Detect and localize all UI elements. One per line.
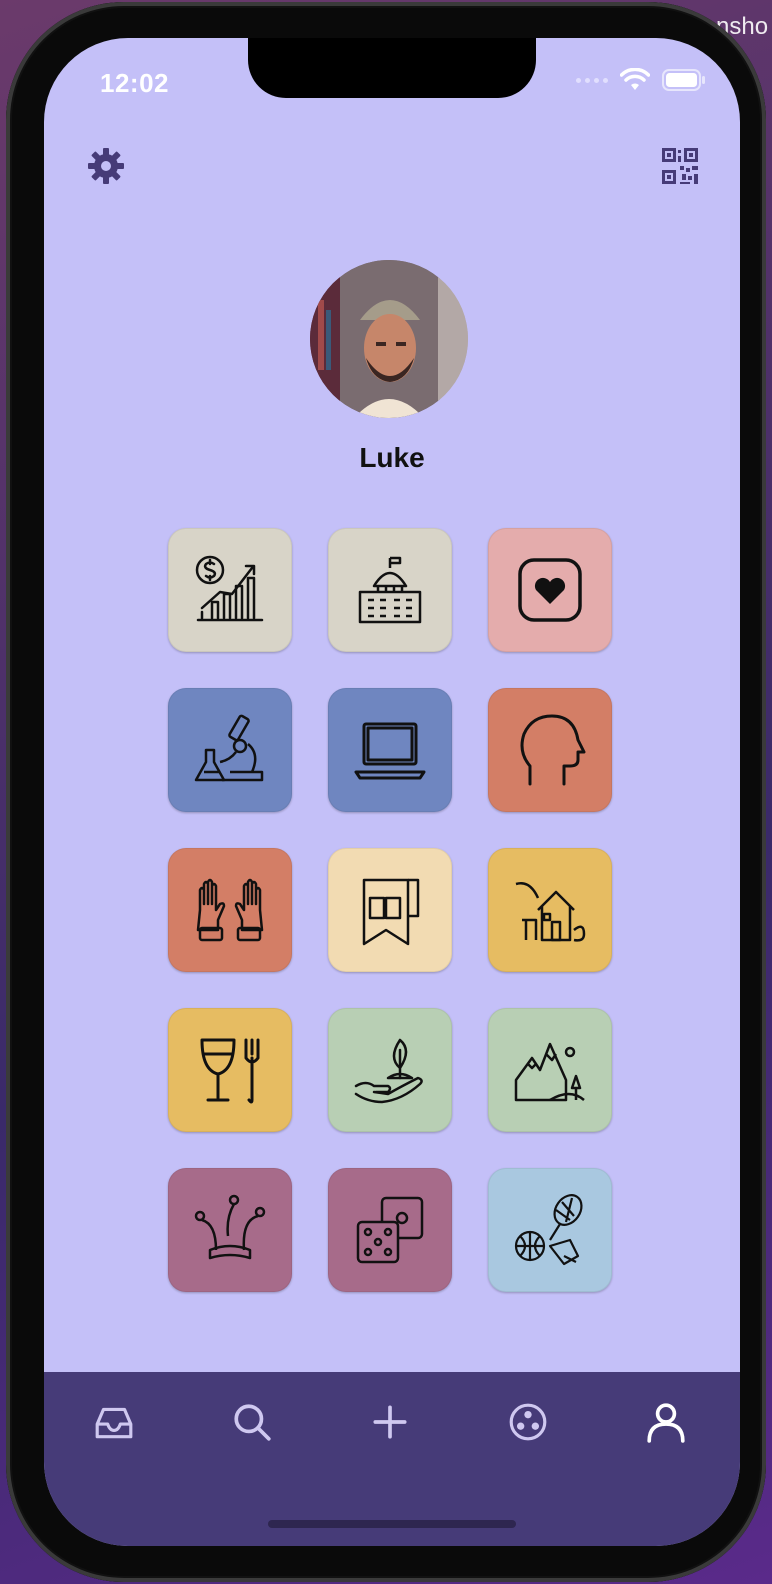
dice-icon xyxy=(356,1196,424,1264)
tab-bar xyxy=(44,1372,740,1546)
screen: 12:02 Luke xyxy=(44,38,740,1546)
tab-groups[interactable] xyxy=(504,1398,552,1446)
qr-code-icon xyxy=(662,148,698,184)
house-icon xyxy=(515,882,586,942)
sports-equipment-icon xyxy=(514,1194,583,1266)
profile-photo xyxy=(310,260,468,418)
interest-tile[interactable] xyxy=(168,1008,292,1132)
status-icons xyxy=(576,68,706,92)
plus-icon xyxy=(373,1405,407,1439)
profile-icon xyxy=(647,1403,685,1443)
inbox-icon xyxy=(95,1407,133,1439)
jester-hat-icon xyxy=(194,1194,266,1260)
interest-tile[interactable] xyxy=(328,848,452,972)
status-time: 12:02 xyxy=(100,68,169,98)
mountain-landscape-icon xyxy=(514,1042,585,1102)
interest-tile[interactable] xyxy=(488,1008,612,1132)
interest-tile[interactable] xyxy=(328,528,452,652)
avatar[interactable] xyxy=(310,260,468,418)
search-icon xyxy=(234,1404,271,1441)
heart-app-icon xyxy=(518,558,582,622)
interest-tile[interactable] xyxy=(168,848,292,972)
settings-button[interactable] xyxy=(86,146,126,186)
interest-tile[interactable] xyxy=(168,688,292,812)
finance-growth-icon xyxy=(195,555,264,622)
interests-grid xyxy=(168,528,612,1292)
wifi-icon xyxy=(620,68,650,90)
science-microscope-icon xyxy=(194,714,264,782)
home-indicator xyxy=(268,1520,516,1528)
tab-inbox[interactable] xyxy=(90,1398,138,1446)
gear-icon xyxy=(88,148,124,184)
tab-search[interactable] xyxy=(228,1398,276,1446)
interest-tile[interactable] xyxy=(328,1168,452,1292)
government-building-icon xyxy=(358,556,422,624)
qr-code-button[interactable] xyxy=(660,146,700,186)
interest-tile[interactable] xyxy=(328,1008,452,1132)
head-profile-icon xyxy=(520,714,586,786)
book-scroll-icon xyxy=(362,878,420,946)
profile-name: Luke xyxy=(359,442,425,473)
phone-frame: 12:02 Luke xyxy=(6,2,766,1582)
interest-tile[interactable] xyxy=(488,688,612,812)
interest-tile[interactable] xyxy=(488,848,612,972)
interest-tile[interactable] xyxy=(488,528,612,652)
wine-fork-icon xyxy=(200,1038,260,1104)
notch xyxy=(248,38,536,98)
cellular-icon xyxy=(576,77,608,83)
plant-hand-icon xyxy=(354,1038,423,1104)
tab-profile[interactable] xyxy=(642,1398,690,1446)
battery-icon xyxy=(662,69,705,91)
interest-tile[interactable] xyxy=(168,1168,292,1292)
gloves-icon xyxy=(196,878,264,942)
groups-icon xyxy=(509,1403,547,1441)
interest-tile[interactable] xyxy=(328,688,452,812)
interest-tile[interactable] xyxy=(488,1168,612,1292)
interest-tile[interactable] xyxy=(168,528,292,652)
laptop-icon xyxy=(354,722,426,780)
tab-create[interactable] xyxy=(366,1398,414,1446)
